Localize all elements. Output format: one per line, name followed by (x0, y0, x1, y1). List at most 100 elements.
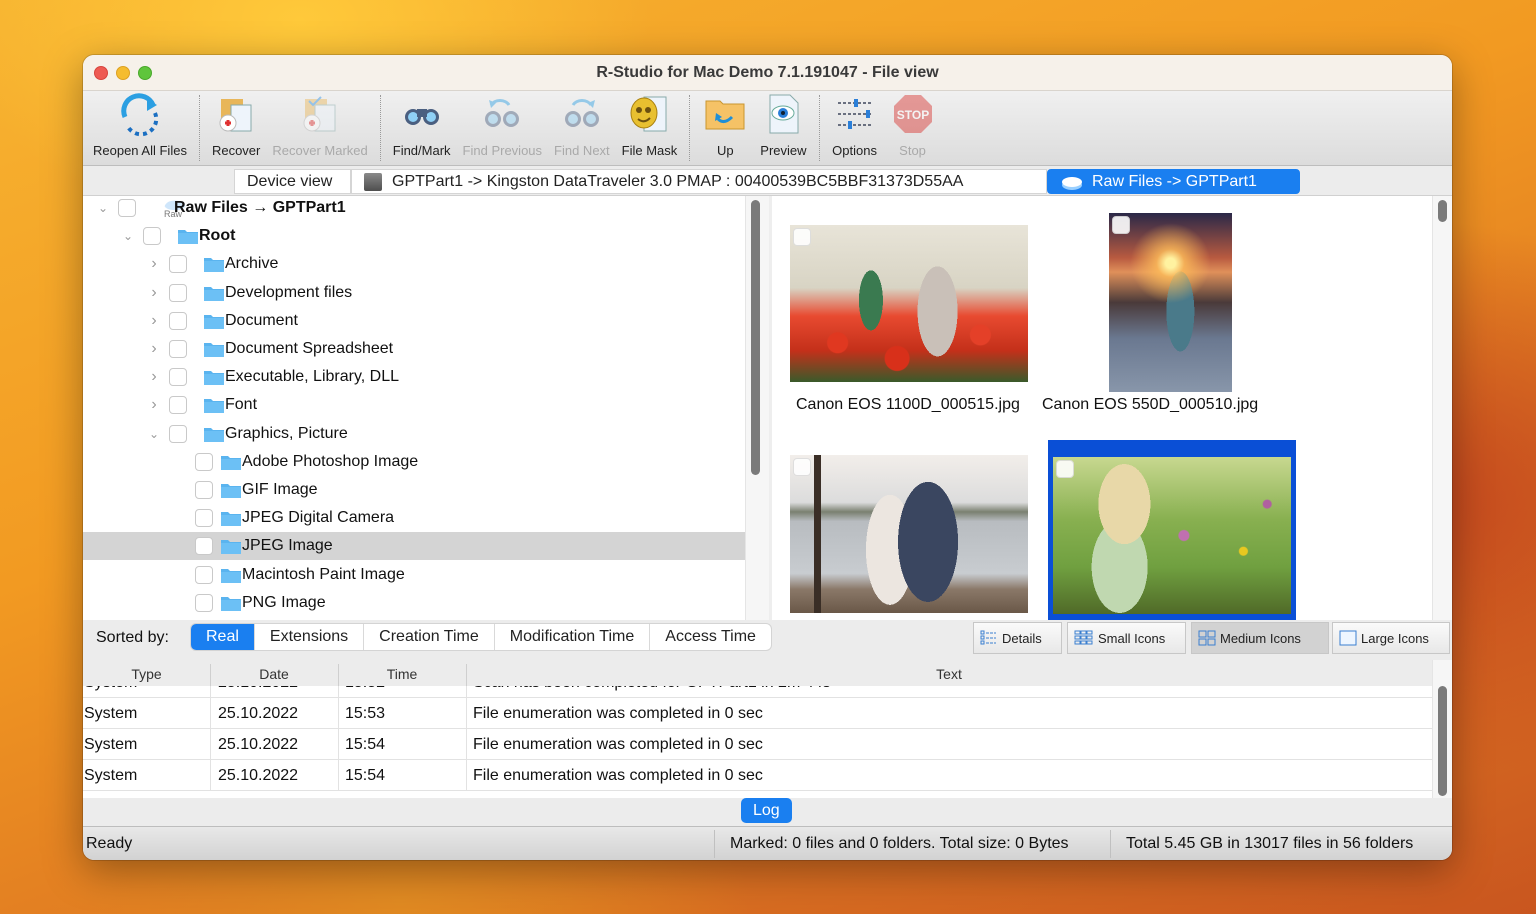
thumbnail-checkbox[interactable] (793, 228, 811, 246)
tree-checkbox[interactable] (169, 340, 187, 358)
options-button[interactable]: Options (826, 91, 884, 165)
thumbnail-item[interactable] (790, 455, 1030, 615)
find-next-button[interactable]: Find Next (548, 91, 616, 165)
thumbnail-checkbox[interactable] (1056, 460, 1074, 478)
tree-checkbox[interactable] (195, 565, 213, 584)
tree-checkbox[interactable] (195, 452, 213, 471)
close-window-button[interactable] (94, 66, 108, 80)
thumbnail-checkbox[interactable] (1112, 216, 1130, 234)
chevron-right-icon[interactable]: › (147, 312, 161, 330)
find-previous-button[interactable]: Find Previous (457, 91, 548, 165)
sort-extensions[interactable]: Extensions (255, 624, 365, 650)
thumbnail-item[interactable]: Canon EOS 550D_000510.jpg (1042, 213, 1292, 425)
tree-item[interactable]: Macintosh Paint Image (83, 561, 745, 589)
view-small-icons-button[interactable]: Small Icons (1067, 622, 1186, 654)
tree-item[interactable]: › Executable, Library, DLL (83, 363, 745, 391)
log-cell-text: File enumeration was completed in 0 sec (473, 767, 763, 784)
tab-device-view[interactable]: Device view (234, 169, 351, 194)
up-button[interactable]: Up (696, 91, 754, 165)
tree-item[interactable]: › Archive (83, 250, 745, 278)
log-row[interactable]: System 25.10.2022 15:54 File enumeration wa… (83, 760, 1432, 791)
chevron-down-icon[interactable]: ⌄ (121, 229, 135, 243)
tree-checkbox[interactable] (169, 424, 187, 443)
tree-checkbox[interactable] (169, 283, 187, 302)
stop-button[interactable]: STOP Stop (884, 91, 942, 165)
tree-checkbox[interactable] (143, 227, 161, 246)
chevron-right-icon[interactable]: › (147, 340, 161, 358)
view-medium-icons-button[interactable]: Medium Icons (1191, 622, 1329, 654)
thumbnail-item-selected[interactable] (1048, 440, 1296, 620)
app-window: R-Studio for Mac Demo 7.1.191047 - File … (83, 55, 1452, 860)
log-col-time[interactable]: Time (338, 666, 466, 682)
chevron-right-icon[interactable]: › (147, 284, 161, 302)
tree-checkbox[interactable] (195, 481, 213, 499)
tree-item[interactable]: › Document Spreadsheet (83, 335, 745, 363)
sorted-by-label: Sorted by: (96, 629, 169, 646)
folder-icon (204, 256, 224, 273)
log-col-type[interactable]: Type (83, 666, 210, 682)
tree-item[interactable]: ⌄ Graphics, Picture (83, 420, 745, 448)
tree-scrollbar-thumb[interactable] (751, 200, 760, 475)
tree-item[interactable]: ⌄ Raw Raw Files → GPTPart1 (83, 196, 745, 222)
tree-checkbox[interactable] (195, 509, 213, 528)
recover-marked-button[interactable]: Recover Marked (266, 91, 373, 165)
tree-checkbox[interactable] (169, 255, 187, 274)
view-details-button[interactable]: Details (973, 622, 1062, 654)
log-scrollbar-thumb[interactable] (1438, 686, 1447, 796)
find-mark-button[interactable]: Find/Mark (387, 91, 457, 165)
log-cell-text: File enumeration was completed in 0 sec (473, 736, 763, 753)
log-cell-date: 25.10.2022 (218, 705, 299, 722)
tree-item[interactable]: JPEG Digital Camera (83, 504, 745, 532)
log-row[interactable]: System 25.10.2022 15:54 File enumeration wa… (83, 729, 1432, 760)
chevron-down-icon[interactable]: ⌄ (96, 201, 110, 215)
tab-raw-files[interactable]: Raw Files -> GPTPart1 (1047, 169, 1300, 194)
tab-gptpart1[interactable]: GPTPart1 -> Kingston DataTraveler 3.0 PM… (351, 169, 1047, 194)
recover-button[interactable]: Recover (206, 91, 266, 165)
sort-access-time[interactable]: Access Time (650, 624, 771, 650)
thumbnail-item[interactable]: Canon EOS 1100D_000515.jpg (790, 225, 1030, 425)
log-row[interactable]: System 25.10.2022 15:53 File enumeration wa… (83, 698, 1432, 729)
chevron-right-icon[interactable]: › (147, 396, 161, 414)
log-scrollbar[interactable] (1432, 660, 1452, 798)
thumbnail-checkbox[interactable] (793, 458, 811, 476)
chevron-down-icon[interactable]: ⌄ (147, 427, 161, 441)
log-col-text[interactable]: Text (466, 666, 1432, 682)
tree-checkbox[interactable] (169, 396, 187, 415)
maximize-window-button[interactable] (138, 66, 152, 80)
gallery-scrollbar[interactable] (1432, 196, 1452, 620)
view-large-icons-button[interactable]: Large Icons (1332, 622, 1450, 654)
tree-scrollbar[interactable] (745, 196, 769, 620)
tree-checkbox[interactable] (195, 593, 213, 612)
minimize-window-button[interactable] (116, 66, 130, 80)
tree-item[interactable]: GIF Image (83, 476, 745, 504)
chevron-right-icon[interactable]: › (147, 368, 161, 386)
file-mask-button[interactable]: File Mask (616, 91, 684, 165)
tree-item-label: Archive (225, 255, 279, 273)
stop-label: Stop (899, 143, 926, 158)
sort-modification-time[interactable]: Modification Time (495, 624, 651, 650)
tree-checkbox[interactable] (118, 199, 136, 217)
reopen-all-files-button[interactable]: Reopen All Files (87, 91, 193, 165)
tree-item[interactable]: › Document (83, 307, 745, 335)
tree-item[interactable]: JPEG Image (83, 532, 745, 561)
tree-checkbox[interactable] (169, 311, 187, 330)
sort-creation-time[interactable]: Creation Time (364, 624, 495, 650)
chevron-right-icon[interactable]: › (147, 255, 161, 273)
tree-item[interactable]: PNG Image (83, 589, 745, 617)
tree-checkbox[interactable] (195, 537, 213, 556)
log-cell-time: 15:54 (345, 736, 386, 753)
log-row[interactable]: System 25.10.2022 15:52 Scan has been compl… (83, 686, 1432, 698)
log-tab[interactable]: Log (741, 798, 792, 823)
tree-item[interactable]: ⌄ Root (83, 222, 745, 250)
preview-button[interactable]: Preview (754, 91, 812, 165)
sort-real[interactable]: Real (191, 624, 255, 650)
toolbar-separator (818, 95, 820, 161)
tree-item[interactable]: › Font (83, 391, 745, 419)
log-col-date[interactable]: Date (210, 666, 338, 682)
gallery-scrollbar-thumb[interactable] (1438, 200, 1447, 222)
log-cell-type: System (84, 705, 138, 722)
tree-item[interactable]: › Development files (83, 279, 745, 307)
tree-checkbox[interactable] (169, 368, 187, 387)
tree-item-label: PNG Image (242, 593, 326, 611)
tree-item[interactable]: Adobe Photoshop Image (83, 448, 745, 476)
